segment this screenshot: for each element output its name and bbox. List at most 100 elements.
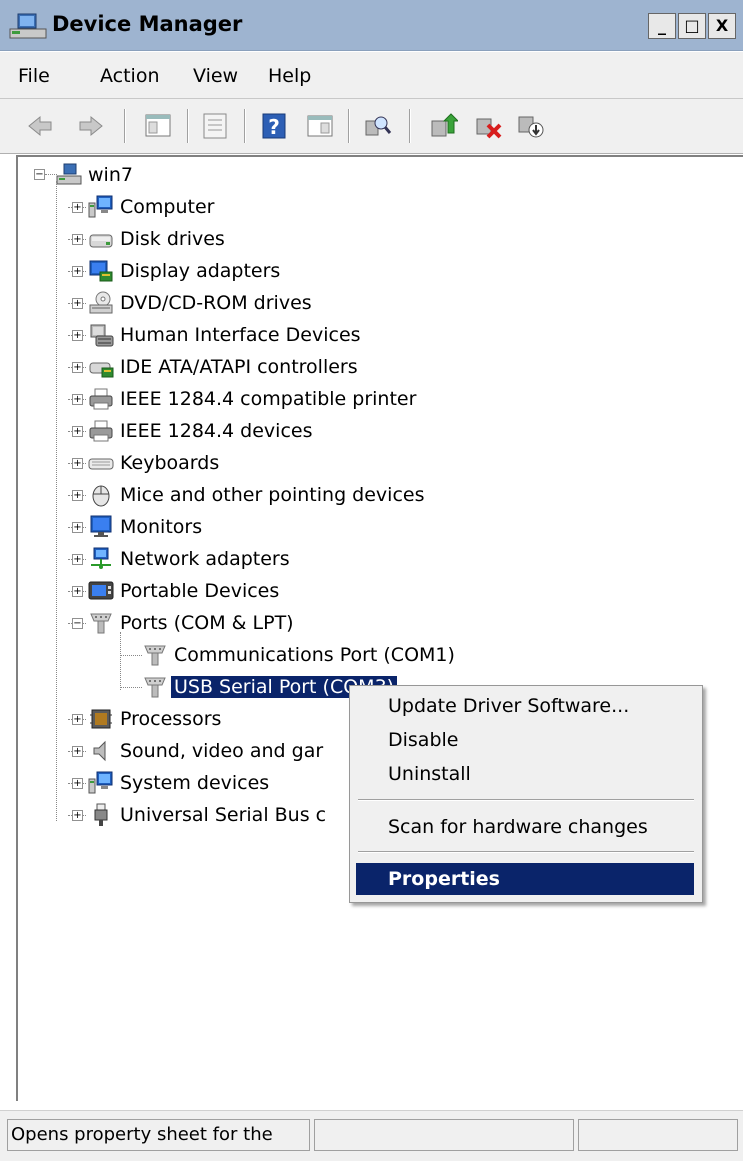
tree-item-label: DVD/CD-ROM drives <box>120 292 312 314</box>
collapse-icon[interactable]: − <box>72 618 83 629</box>
tree-item-label: Keyboards <box>120 452 220 474</box>
window-title: Device Manager <box>52 12 243 36</box>
expand-icon[interactable]: + <box>72 202 83 213</box>
expand-icon[interactable]: + <box>72 586 83 597</box>
tree-item[interactable]: Mice and other pointing devices <box>88 480 424 510</box>
disable-icon[interactable] <box>515 111 545 141</box>
keyboard-icon <box>88 458 114 470</box>
toolbar: ? <box>0 99 743 154</box>
uninstall-icon[interactable] <box>473 111 503 141</box>
expand-icon[interactable]: + <box>72 362 83 373</box>
status-panel-2 <box>314 1119 574 1151</box>
action-pane-icon[interactable] <box>305 111 335 141</box>
portable-device-icon <box>88 581 114 600</box>
tree-item[interactable]: Portable Devices <box>88 576 279 606</box>
tree-item[interactable]: Processors <box>88 704 221 734</box>
expand-icon[interactable]: + <box>72 490 83 501</box>
tree-item-label: Communications Port (COM1) <box>174 644 455 666</box>
tree-item-label: Display adapters <box>120 260 281 282</box>
expand-icon[interactable]: + <box>72 714 83 725</box>
collapse-root-icon[interactable]: − <box>34 169 45 180</box>
menu-separator <box>358 851 694 853</box>
device-tree[interactable]: − win7 + Computer + Disk drives + Display ada… <box>16 155 743 1101</box>
network-adapter-icon <box>91 547 111 569</box>
menu-disable[interactable]: Disable <box>356 724 694 756</box>
usb-icon <box>94 803 108 826</box>
scan-hardware-icon[interactable] <box>362 111 392 141</box>
expand-icon[interactable]: + <box>72 554 83 565</box>
back-icon[interactable] <box>25 111 55 141</box>
context-menu: Update Driver Software... Disable Uninst… <box>349 685 703 903</box>
tree-item[interactable]: Monitors <box>88 512 202 542</box>
properties-icon[interactable] <box>200 111 230 141</box>
tree-item[interactable]: Display adapters <box>88 256 280 286</box>
port-icon <box>144 645 166 666</box>
minimize-button[interactable]: _ <box>648 13 676 39</box>
tree-item[interactable]: IEEE 1284.4 compatible printer <box>88 384 416 414</box>
tree-item[interactable]: Network adapters <box>88 544 290 574</box>
menu-view[interactable]: View <box>193 65 238 87</box>
expand-icon[interactable]: + <box>72 522 83 533</box>
menu-uninstall[interactable]: Uninstall <box>356 758 694 790</box>
hid-icon <box>90 324 114 347</box>
show-hide-tree-icon[interactable] <box>143 111 173 141</box>
tree-item-label: Monitors <box>120 516 203 538</box>
tree-root-label: win7 <box>88 164 133 186</box>
expand-icon[interactable]: + <box>72 266 83 277</box>
monitor-icon <box>90 515 112 537</box>
tree-item[interactable]: DVD/CD-ROM drives <box>88 288 312 318</box>
expand-icon[interactable]: + <box>72 458 83 469</box>
help-icon[interactable]: ? <box>259 111 289 141</box>
tree-item-label: IDE ATA/ATAPI controllers <box>120 356 358 378</box>
speaker-icon <box>93 740 106 762</box>
tree-item[interactable]: IDE ATA/ATAPI controllers <box>88 352 358 382</box>
menu-bar: File Action View Help <box>0 52 743 99</box>
expand-icon[interactable]: + <box>72 426 83 437</box>
menu-scan-hardware[interactable]: Scan for hardware changes <box>356 811 694 843</box>
forward-icon[interactable] <box>76 111 106 141</box>
tree-item[interactable]: Universal Serial Bus c <box>88 800 326 830</box>
computer-icon <box>88 195 113 218</box>
tree-subitem[interactable]: Communications Port (COM1) <box>142 640 455 670</box>
menu-update-driver[interactable]: Update Driver Software... <box>356 690 694 722</box>
tree-item[interactable]: Keyboards <box>88 448 219 478</box>
tree-item[interactable]: Disk drives <box>88 224 225 254</box>
tree-item-label: Processors <box>120 708 222 730</box>
maximize-button[interactable]: □ <box>678 13 706 39</box>
menu-action[interactable]: Action <box>100 65 160 87</box>
tree-item-label: Human Interface Devices <box>120 324 361 346</box>
tree-item-label: Ports (COM & LPT) <box>120 612 294 634</box>
expand-icon[interactable]: + <box>72 394 83 405</box>
tree-item-label: Sound, video and gar <box>120 740 324 762</box>
computer-root-icon <box>56 163 82 185</box>
update-driver-icon[interactable] <box>428 111 458 141</box>
port-icon <box>90 613 112 634</box>
tree-item[interactable]: IEEE 1284.4 devices <box>88 416 313 446</box>
tree-root[interactable]: win7 <box>56 160 133 190</box>
menu-help[interactable]: Help <box>268 65 311 87</box>
expand-icon[interactable]: + <box>72 234 83 245</box>
tree-item[interactable]: Sound, video and gar <box>88 736 323 766</box>
dvd-drive-icon <box>89 291 113 314</box>
tree-item[interactable]: Human Interface Devices <box>88 320 361 350</box>
expand-icon[interactable]: + <box>72 298 83 309</box>
tree-item[interactable]: Computer <box>88 192 214 222</box>
mouse-icon <box>92 485 110 507</box>
svg-text:?: ? <box>268 115 280 139</box>
tree-item-label: IEEE 1284.4 devices <box>120 420 313 442</box>
tree-item[interactable]: System devices <box>88 768 269 798</box>
expand-icon[interactable]: + <box>72 330 83 341</box>
menu-properties[interactable]: Properties <box>356 863 694 895</box>
status-bar: Opens property sheet for the <box>0 1110 743 1161</box>
expand-icon[interactable]: + <box>72 746 83 757</box>
tree-item-label: Portable Devices <box>120 580 280 602</box>
status-panel-3 <box>578 1119 738 1151</box>
tree-item[interactable]: Ports (COM & LPT) <box>88 608 294 638</box>
menu-file[interactable]: File <box>18 65 50 87</box>
expand-icon[interactable]: + <box>72 810 83 821</box>
tree-item-label: System devices <box>120 772 270 794</box>
disk-drive-icon <box>89 234 113 248</box>
printer-icon <box>89 388 113 410</box>
close-button[interactable]: X <box>708 13 736 39</box>
expand-icon[interactable]: + <box>72 778 83 789</box>
